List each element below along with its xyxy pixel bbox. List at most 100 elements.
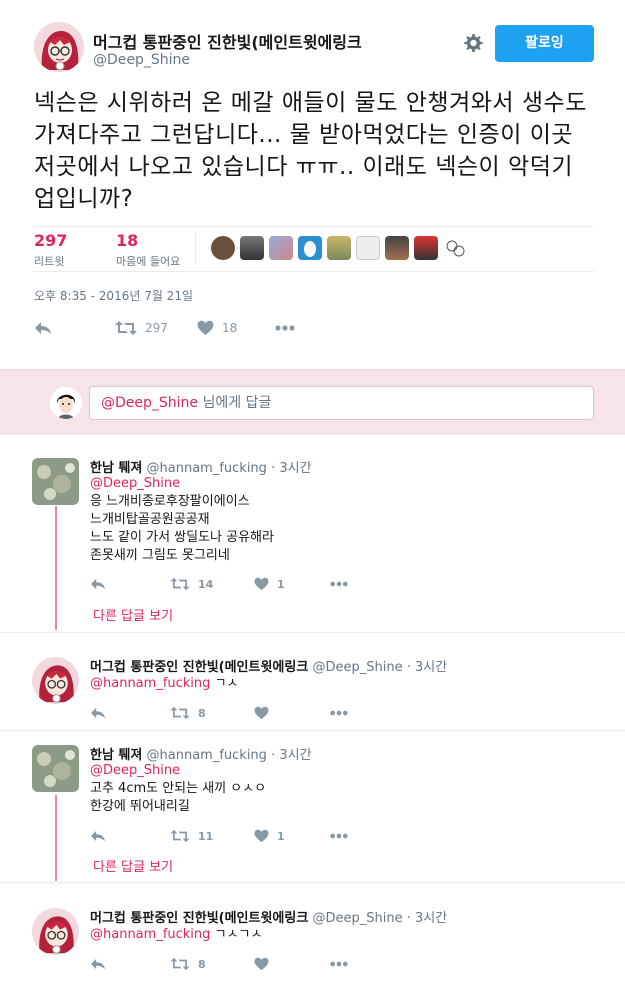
retweet-count: 11 — [198, 829, 214, 843]
gear-icon[interactable] — [462, 32, 484, 54]
reply-avatar[interactable] — [32, 458, 79, 505]
reply-avatar[interactable] — [32, 657, 79, 704]
more-dots-icon — [330, 710, 348, 716]
heart-icon — [254, 577, 269, 591]
reply-line: 느도 같이 가서 쌍딜도나 공유해라 — [90, 530, 274, 545]
retweet-button[interactable]: 297 — [115, 318, 168, 338]
reply-button[interactable] — [90, 827, 106, 845]
liker-avatar[interactable] — [298, 236, 322, 260]
liker-avatar[interactable] — [443, 236, 467, 260]
retweet-button[interactable]: 11 — [170, 827, 213, 845]
like-button[interactable] — [254, 955, 269, 973]
liker-avatar[interactable] — [240, 236, 264, 260]
liker-avatars — [211, 236, 467, 262]
like-count: 1 — [277, 829, 285, 843]
liker-avatar[interactable] — [269, 236, 293, 260]
liker-avatar[interactable] — [211, 236, 235, 260]
liker-avatar[interactable] — [356, 236, 380, 260]
like-button[interactable]: 1 — [254, 575, 285, 593]
reply-author-name[interactable]: 머그컵 통판중인 진한빛(메인트윗에링크 — [90, 911, 308, 926]
reply-icon — [35, 322, 51, 334]
reply-header: 머그컵 통판중인 진한빛(메인트윗에링크 @Deep_Shine · 3시간 — [90, 656, 447, 675]
reply-time[interactable]: 3시간 — [279, 748, 311, 763]
retweet-icon — [170, 957, 190, 971]
more-replies-link[interactable]: 다른 답글 보기 — [93, 856, 173, 875]
reply-author-handle[interactable]: @hannam_fucking — [147, 461, 267, 476]
liker-avatar[interactable] — [414, 236, 438, 260]
thread-line — [55, 506, 57, 630]
heart-icon — [254, 957, 269, 971]
reply-input[interactable]: @Deep_Shine 님에게 답글 — [89, 386, 594, 420]
reply-avatar[interactable] — [32, 745, 79, 792]
reply-button[interactable] — [90, 575, 106, 593]
author-handle[interactable]: @Deep_Shine — [93, 52, 190, 68]
retweet-button[interactable]: 8 — [170, 704, 206, 722]
more-actions-button[interactable] — [330, 575, 348, 593]
reply-mention[interactable]: @hannam_fucking — [90, 927, 210, 942]
reply-input-suffix: 님에게 답글 — [198, 395, 272, 411]
more-actions-button[interactable] — [330, 955, 348, 973]
reply-author-handle[interactable]: @hannam_fucking — [147, 748, 267, 763]
like-stat[interactable]: 18 마음에 들어요 — [116, 231, 180, 269]
author-display-name[interactable]: 머그컵 통판중인 진한빛(메인트윗에링크 — [93, 29, 362, 53]
more-dots-icon — [330, 581, 348, 587]
more-actions-button[interactable] — [330, 827, 348, 845]
thread-line — [55, 795, 57, 881]
reply-time-sep: · — [406, 911, 411, 926]
like-button[interactable]: 18 — [197, 318, 237, 338]
like-stat-label: 마음에 들어요 — [116, 255, 181, 268]
like-count: 1 — [277, 577, 285, 591]
reply-author-name[interactable]: 한남 퉤져 — [90, 461, 142, 476]
reply-time-sep: · — [271, 461, 276, 476]
reply-mention: @Deep_Shine — [101, 395, 199, 411]
retweet-button[interactable]: 14 — [170, 575, 213, 593]
reply-time[interactable]: 3시간 — [415, 660, 447, 675]
heart-icon — [197, 320, 214, 335]
like-button[interactable]: 1 — [254, 827, 285, 845]
reply-line: 느개비탑골공원공공재 — [90, 512, 210, 527]
reply-button[interactable] — [90, 704, 106, 722]
like-button[interactable] — [254, 704, 269, 722]
liker-avatar[interactable] — [327, 236, 351, 260]
reply-line: 응 느개비종로후장팔이에이스 — [90, 494, 250, 509]
more-dots-icon — [275, 325, 295, 331]
retweet-button[interactable]: 8 — [170, 955, 206, 973]
reply-text: @Deep_Shine 응 느개비종로후장팔이에이스 느개비탑골공원공공재 느도… — [90, 475, 274, 565]
reply-time[interactable]: 3시간 — [415, 911, 447, 926]
reply-author-name[interactable]: 머그컵 통판중인 진한빛(메인트윗에링크 — [90, 660, 308, 675]
reply-author-handle[interactable]: @Deep_Shine — [312, 911, 402, 926]
author-avatar[interactable] — [34, 22, 84, 72]
reply-time-sep: · — [271, 748, 276, 763]
more-actions-button[interactable] — [275, 318, 295, 338]
reply-button[interactable] — [90, 955, 106, 973]
reply-icon — [91, 958, 105, 970]
liker-avatar[interactable] — [385, 236, 409, 260]
reply-composer: @Deep_Shine 님에게 답글 — [0, 369, 625, 435]
author-avatar-image — [34, 22, 84, 72]
retweet-icon — [115, 321, 137, 335]
reply-mention[interactable]: @hannam_fucking — [90, 676, 210, 691]
divider — [34, 226, 594, 227]
reply-button[interactable] — [34, 318, 52, 338]
divider — [0, 632, 625, 633]
retweet-count: 8 — [198, 706, 206, 720]
reply-author-handle[interactable]: @Deep_Shine — [312, 660, 402, 675]
reply-header: 한남 퉤져 @hannam_fucking · 3시간 — [90, 744, 312, 763]
reply-time[interactable]: 3시간 — [279, 461, 311, 476]
heart-icon — [254, 829, 269, 843]
retweet-stat-count: 297 — [34, 231, 68, 250]
reply-mention[interactable]: @Deep_Shine — [90, 762, 266, 780]
retweet-stat[interactable]: 297 리트윗 — [34, 231, 67, 269]
more-actions-button[interactable] — [330, 704, 348, 722]
reply-author-name[interactable]: 한남 퉤져 — [90, 748, 142, 763]
viewer-avatar — [50, 387, 82, 419]
reply-text: @Deep_Shine 고추 4cm도 안되는 새끼 ㅇㅅㅇ 한강에 뛰어내리길 — [90, 762, 266, 816]
following-button[interactable]: 팔로잉 — [495, 25, 594, 62]
like-stat-count: 18 — [116, 231, 139, 250]
main-tweet: 머그컵 통판중인 진한빛(메인트윗에링크 @Deep_Shine 팔로잉 넥슨은… — [0, 0, 625, 366]
reply-line: ㄱㅅㄱㅅ — [214, 927, 263, 942]
reply-mention[interactable]: @Deep_Shine — [90, 475, 274, 493]
reply-avatar[interactable] — [32, 908, 79, 955]
more-replies-link[interactable]: 다른 답글 보기 — [93, 605, 173, 624]
retweet-stat-label: 리트윗 — [34, 255, 65, 268]
